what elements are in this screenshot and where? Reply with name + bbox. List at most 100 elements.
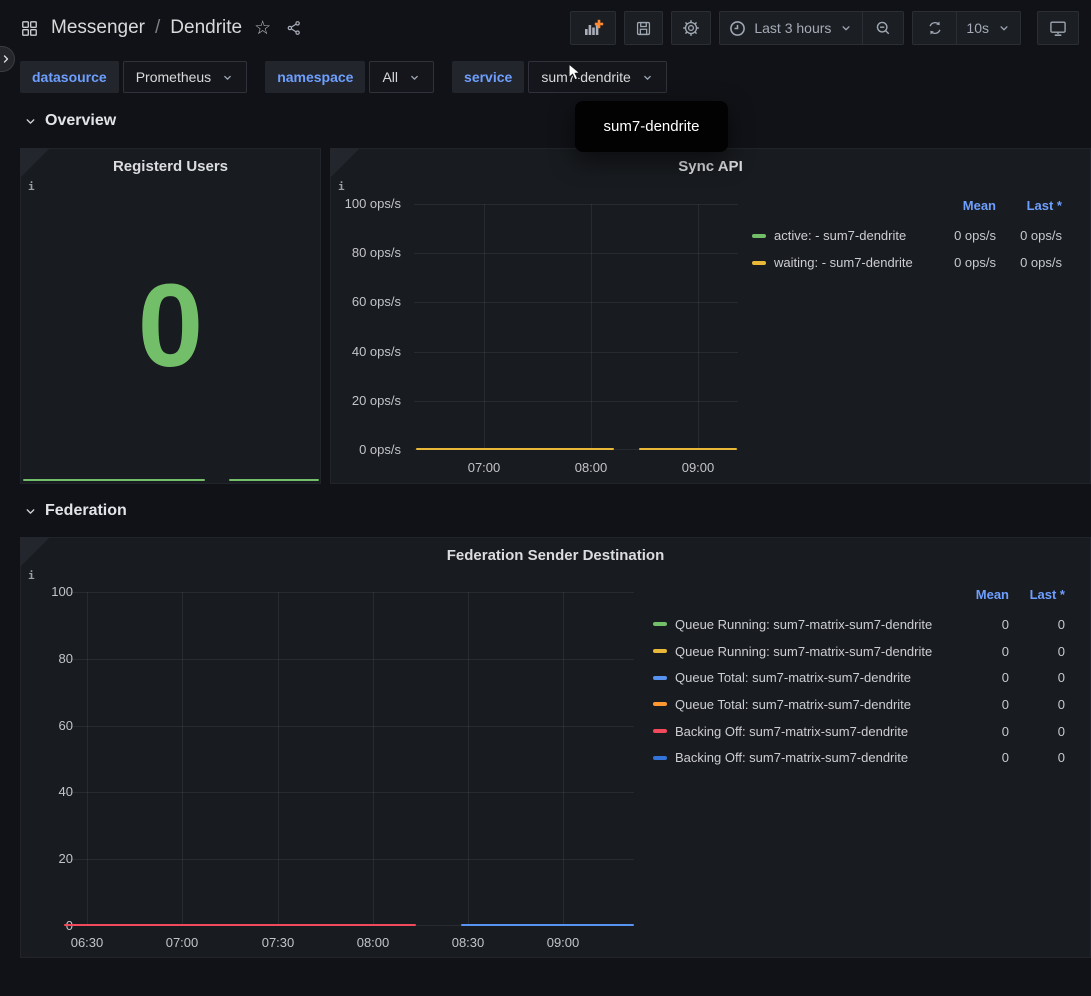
star-icon: ☆: [254, 19, 271, 38]
legend-series-label[interactable]: Backing Off: sum7-matrix-sum7-dendrite: [675, 750, 957, 765]
kiosk-icon: [1048, 18, 1068, 38]
x-axis-tick: 08:00: [341, 935, 405, 950]
stat-sparkline-segment: [229, 479, 319, 481]
refresh-interval-dropdown[interactable]: 10s: [956, 11, 1021, 45]
breadcrumb-separator: /: [155, 17, 160, 39]
section-row-federation[interactable]: Federation: [24, 498, 127, 524]
legend-header: Mean Last *: [752, 195, 1062, 215]
y-axis-tick: 40 ops/s: [331, 344, 401, 359]
breadcrumb-current: Dendrite: [170, 17, 242, 39]
legend-mean-value: 0 ops/s: [926, 255, 996, 270]
legend-sort-mean[interactable]: Mean: [957, 587, 1009, 602]
panel-sync-api: i Sync API 100 ops/s 80 ops/s 60 ops/s 4…: [330, 148, 1091, 484]
zoom-out-time-button[interactable]: [862, 11, 904, 45]
top-nav-bar: Messenger / Dendrite ☆: [0, 0, 1091, 56]
legend-series-label[interactable]: waiting: - sum7-dendrite: [774, 255, 926, 270]
refresh-icon: [926, 19, 944, 37]
panel-title[interactable]: Federation Sender Destination: [61, 547, 1050, 564]
legend-last-value: 0: [1009, 697, 1065, 712]
chevron-down-icon: [839, 21, 853, 35]
info-icon: i: [338, 180, 345, 193]
breadcrumb-dashboard[interactable]: Messenger: [51, 17, 145, 39]
panel-federation-sender: i Federation Sender Destination 100 80 6…: [20, 537, 1091, 958]
legend-sort-mean[interactable]: Mean: [926, 198, 996, 213]
add-panel-button[interactable]: [570, 11, 616, 45]
refresh-picker-group: 10s: [912, 11, 1021, 45]
legend-series-label[interactable]: Backing Off: sum7-matrix-sum7-dendrite: [675, 724, 957, 739]
variable-namespace: namespace All: [265, 61, 434, 93]
x-axis-tick: 07:00: [150, 935, 214, 950]
refresh-interval-label: 10s: [966, 20, 989, 36]
legend-row: Backing Off: sum7-matrix-sum7-dendrite 0…: [653, 744, 1065, 771]
legend-series-label[interactable]: active: - sum7-dendrite: [774, 228, 926, 243]
legend-last-value: 0: [1009, 670, 1065, 685]
federation-plot-area[interactable]: [64, 592, 634, 926]
variable-datasource: datasource Prometheus: [20, 61, 247, 93]
legend-mean-value: 0: [957, 697, 1009, 712]
legend-row: Queue Running: sum7-matrix-sum7-dendrite…: [653, 611, 1065, 638]
variable-value-namespace[interactable]: All: [369, 61, 434, 93]
x-axis-tick: 06:30: [55, 935, 119, 950]
legend-row: Queue Running: sum7-matrix-sum7-dendrite…: [653, 638, 1065, 665]
stat-sparkline-segment: [23, 479, 205, 481]
panel-info-corner[interactable]: i: [20, 537, 50, 567]
series-color-swatch: [653, 729, 667, 733]
federation-legend: Mean Last * Queue Running: sum7-matrix-s…: [653, 584, 1065, 771]
legend-last-value: 0: [1009, 724, 1065, 739]
share-button[interactable]: [283, 17, 305, 39]
panel-info-corner[interactable]: i: [20, 148, 50, 178]
x-axis-tick: 07:30: [246, 935, 310, 950]
legend-sort-last[interactable]: Last *: [996, 198, 1062, 213]
legend-sort-last[interactable]: Last *: [1009, 587, 1065, 602]
panel-info-corner[interactable]: i: [330, 148, 360, 178]
y-axis-tick: 0 ops/s: [331, 442, 401, 457]
panel-title[interactable]: Sync API: [371, 158, 1050, 175]
variable-service: service sum7-dendrite: [452, 61, 667, 93]
legend-row: Queue Total: sum7-matrix-sum7-dendrite 0…: [653, 664, 1065, 691]
legend-last-value: 0: [1009, 644, 1065, 659]
star-button[interactable]: ☆: [252, 17, 273, 40]
kiosk-mode-button[interactable]: [1037, 11, 1079, 45]
series-line-waiting: [416, 448, 614, 450]
legend-mean-value: 0: [957, 617, 1009, 632]
refresh-button[interactable]: [912, 11, 956, 45]
series-color-swatch: [653, 622, 667, 626]
sync-api-plot-area[interactable]: [414, 204, 738, 450]
y-axis-tick: 80 ops/s: [331, 245, 401, 260]
dashboard-toolbar: Last 3 hours: [562, 11, 1079, 45]
time-range-picker[interactable]: Last 3 hours: [719, 11, 862, 45]
variable-value-service[interactable]: sum7-dendrite: [528, 61, 667, 93]
x-axis-tick: 09:00: [531, 935, 595, 950]
legend-last-value: 0 ops/s: [996, 255, 1062, 270]
apps-icon[interactable]: [18, 17, 41, 40]
save-dashboard-button[interactable]: [624, 11, 663, 45]
section-title-overview: Overview: [45, 112, 116, 130]
settings-icon: [681, 18, 701, 38]
zoom-out-icon: [874, 19, 892, 37]
dashboard-settings-button[interactable]: [671, 11, 711, 45]
series-line-waiting: [639, 448, 737, 450]
legend-mean-value: 0: [957, 644, 1009, 659]
variable-tooltip: sum7-dendrite: [575, 101, 728, 152]
legend-series-label[interactable]: Queue Running: sum7-matrix-sum7-dendrite: [675, 644, 957, 659]
panel-title[interactable]: Registerd Users: [61, 158, 280, 175]
series-color-swatch: [653, 702, 667, 706]
legend-series-label[interactable]: Queue Total: sum7-matrix-sum7-dendrite: [675, 697, 957, 712]
legend-last-value: 0: [1009, 750, 1065, 765]
x-axis-tick: 07:00: [452, 460, 516, 475]
section-row-overview[interactable]: Overview: [24, 108, 116, 134]
chevron-right-icon: [0, 53, 12, 65]
legend-row: Queue Total: sum7-matrix-sum7-dendrite 0…: [653, 691, 1065, 718]
legend-header: Mean Last *: [653, 584, 1065, 604]
add-panel-icon: [581, 16, 605, 40]
chevron-down-icon: [24, 115, 37, 128]
variable-value-datasource[interactable]: Prometheus: [123, 61, 247, 93]
mouse-cursor: [567, 63, 585, 82]
x-axis-tick: 08:30: [436, 935, 500, 950]
chevron-down-icon: [997, 21, 1011, 35]
series-color-swatch: [752, 261, 766, 265]
legend-series-label[interactable]: Queue Total: sum7-matrix-sum7-dendrite: [675, 670, 957, 685]
series-line-backing-off: [64, 924, 416, 926]
legend-series-label[interactable]: Queue Running: sum7-matrix-sum7-dendrite: [675, 617, 957, 632]
panel-registered-users: i Registerd Users 0: [20, 148, 321, 484]
